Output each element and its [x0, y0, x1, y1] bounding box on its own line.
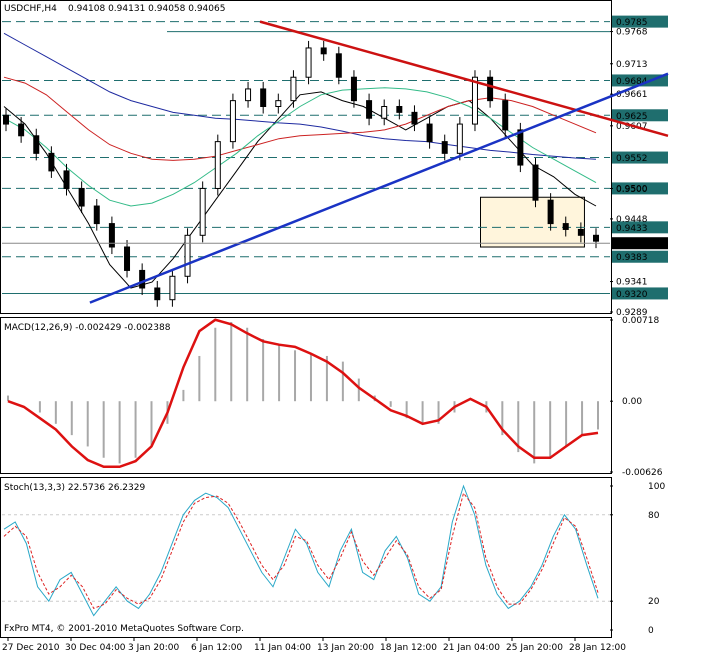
macd-panel-title: MACD(12,26,9) -0.002429 -0.002388 [4, 323, 171, 333]
candle-body [78, 187, 85, 207]
x-axis: 27 Dec 2010 30 Dec 04:00 3 Jan 20:00 6 Jan … [2, 637, 626, 653]
macd-panel-frame [0, 317, 612, 474]
stoch-y-tick-label: 80 [648, 511, 660, 521]
x-tick-label: 3 Jan 20:00 [128, 643, 180, 653]
candle-body [139, 269, 146, 289]
x-tick-label: 6 Jan 12:00 [191, 643, 243, 653]
candle-body [396, 106, 403, 113]
x-tick-label: 21 Jan 04:00 [443, 643, 500, 653]
macd-panel: 0.00718 0.00 -0.00626 [7, 316, 663, 478]
price-level-label: 0.9320 [616, 290, 648, 300]
price-panel-title: USDCHF,H4 [4, 4, 57, 14]
price-y-tick-label: 0.9713 [616, 60, 648, 70]
price-level-label: 0.9552 [616, 154, 648, 164]
macd-y-tick-label: -0.00626 [622, 468, 663, 478]
candle-body [381, 106, 388, 119]
x-tick-label: 13 Jan 20:00 [317, 643, 374, 653]
x-tick-label: 30 Dec 04:00 [65, 643, 126, 653]
candle-body [214, 141, 221, 189]
candle-body [275, 100, 282, 108]
candle-body [577, 228, 584, 236]
candle-body [184, 234, 191, 277]
x-tick-label: 28 Jan 12:00 [569, 643, 626, 653]
candle-body [502, 100, 509, 131]
price-level-label: 0.9383 [616, 253, 648, 263]
x-tick-label: 25 Jan 20:00 [506, 643, 563, 653]
stoch-y-tick-label: 20 [648, 597, 660, 607]
candle-body [93, 205, 100, 225]
x-tick-label: 11 Jan 04:00 [254, 643, 311, 653]
candle-body [305, 47, 312, 78]
stoch-y-tick-label: 100 [648, 482, 665, 492]
trendline-resistance [259, 20, 669, 137]
candle-body [3, 114, 9, 125]
current-price-label: 0.94065 [616, 240, 653, 250]
stoch-line [3, 492, 599, 610]
candle-body [154, 287, 161, 301]
candle-body [350, 76, 357, 102]
x-tick-label: 18 Jan 12:00 [380, 643, 437, 653]
candle-body [532, 164, 539, 201]
candle-body [487, 76, 494, 102]
candle-body [335, 53, 342, 78]
chart-svg: 0.97850.96840.96250.95520.95000.94330.93… [0, 0, 669, 653]
candle-body [517, 129, 524, 166]
price-level-label: 0.9433 [616, 224, 648, 234]
price-y-tick-label: 0.9341 [616, 278, 648, 288]
price-level-label: 0.9684 [616, 77, 648, 87]
price-y-tick-label: 0.9768 [616, 28, 648, 38]
candle-body [33, 135, 40, 154]
candle-body [562, 223, 569, 230]
x-tick-label: 27 Dec 2010 [2, 643, 60, 653]
candle-body [124, 246, 131, 271]
macd-y-tick-label: 0.00 [622, 397, 642, 407]
moving-average-line [3, 32, 597, 160]
candle-body [547, 199, 554, 225]
candle-body [456, 123, 463, 154]
candle-body [199, 187, 206, 236]
price-panel: 0.97850.96840.96250.95520.95000.94330.93… [2, 15, 669, 318]
footer-copyright: FxPro MT4, © 2001-2010 MetaQuotes Softwa… [4, 624, 244, 634]
macd-signal-line [7, 318, 599, 469]
price-y-tick-label: 0.9448 [616, 215, 648, 225]
macd-y-tick-label: 0.00718 [622, 316, 659, 326]
candle-body [48, 152, 55, 172]
price-y-tick-label: 0.9500 [616, 184, 648, 194]
stoch-y-tick-label: 0 [648, 626, 654, 636]
candle-body [593, 234, 599, 242]
candle-body [320, 47, 327, 55]
candle-body [245, 88, 252, 102]
chart-root: 0.9785 0.9684 0.9625 0.9552 0.9500 0.9433 0.93… [0, 0, 710, 653]
candle-body [229, 100, 236, 143]
price-ohlc-values: 0.94108 0.94131 0.94058 0.94065 [68, 4, 225, 14]
candle-body [290, 76, 297, 102]
candle-body [471, 76, 478, 125]
candle-body [411, 111, 418, 125]
candle-body [366, 100, 373, 119]
candle-body [169, 275, 176, 301]
stoch-panel-title: Stoch(13,3,3) 22.5736 26.2329 [4, 483, 145, 493]
price-level-label: 0.9625 [616, 112, 648, 122]
candle-body [18, 123, 25, 137]
candle-body [441, 141, 448, 154]
candle-body [260, 88, 267, 108]
stoch-panel: 100 80 20 0 [2, 482, 665, 636]
consolidation-box [480, 196, 585, 248]
candle-body [426, 123, 433, 143]
stoch-line [3, 484, 599, 617]
candle-body [63, 170, 70, 189]
